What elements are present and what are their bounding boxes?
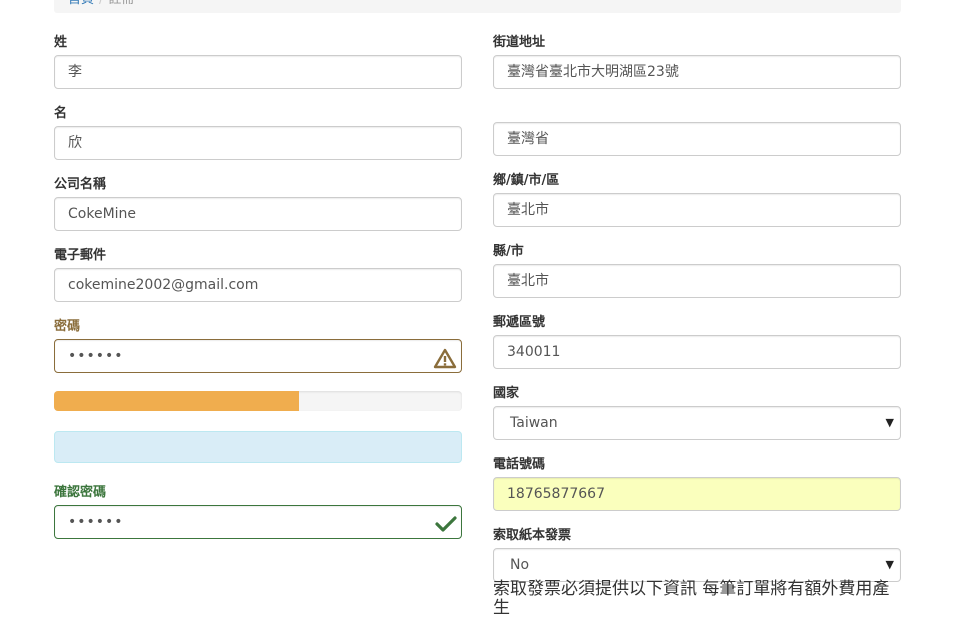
password-strength-bar <box>54 391 462 411</box>
street2-input[interactable]: 臺灣省 <box>493 122 901 156</box>
last-name-input[interactable]: 李 <box>54 55 462 89</box>
breadcrumb-current: 註冊 <box>108 0 134 7</box>
invoice-select[interactable]: No ▼ <box>493 548 901 582</box>
street-label: 街道地址 <box>493 35 546 50</box>
caret-down-icon: ▼ <box>885 558 894 571</box>
county-input[interactable]: 臺北市 <box>493 264 901 298</box>
email-input[interactable]: cokemine2002@gmail.com <box>54 268 462 302</box>
postcode-label: 郵遞區號 <box>493 315 546 330</box>
caret-down-icon: ▼ <box>885 416 894 429</box>
warning-triangle-icon <box>433 348 457 369</box>
street-input[interactable]: 臺灣省臺北市大明湖區23號 <box>493 55 901 89</box>
town-label: 鄉/鎮/市/區 <box>493 173 560 188</box>
company-label: 公司名稱 <box>54 177 107 192</box>
password-input[interactable]: •••••• <box>54 339 462 373</box>
breadcrumb: 首頁/註冊 <box>54 0 901 13</box>
password-value: •••••• <box>68 348 124 364</box>
breadcrumb-separator: / <box>94 0 108 7</box>
phone-label: 電話號碼 <box>493 457 546 472</box>
country-select[interactable]: Taiwan ▼ <box>493 406 901 440</box>
breadcrumb-home-link[interactable]: 首頁 <box>68 0 94 7</box>
company-input[interactable]: CokeMine <box>54 197 462 231</box>
phone-input[interactable]: 18765877667 <box>493 477 901 511</box>
invoice-label: 索取紙本發票 <box>493 528 572 543</box>
postcode-input[interactable]: 340011 <box>493 335 901 369</box>
town-input[interactable]: 臺北市 <box>493 193 901 227</box>
password-label: 密碼 <box>54 319 81 334</box>
password-strength-fill <box>54 391 299 411</box>
checkmark-icon <box>435 516 457 532</box>
invoice-selected-value: No <box>510 557 530 573</box>
password-info-box <box>54 431 462 463</box>
county-label: 縣/市 <box>493 244 524 259</box>
first-name-label: 名 <box>54 106 68 121</box>
invoice-note: 索取發票必須提供以下資訊 每筆訂單將有額外費用產生 <box>493 579 890 618</box>
confirm-password-input[interactable]: •••••• <box>54 505 462 539</box>
confirm-password-value: •••••• <box>68 514 124 530</box>
first-name-input[interactable]: 欣 <box>54 126 462 160</box>
country-label: 國家 <box>493 386 520 401</box>
last-name-label: 姓 <box>54 35 68 50</box>
confirm-password-label: 確認密碼 <box>54 485 107 500</box>
email-label: 電子郵件 <box>54 248 107 263</box>
country-selected-value: Taiwan <box>510 415 558 431</box>
